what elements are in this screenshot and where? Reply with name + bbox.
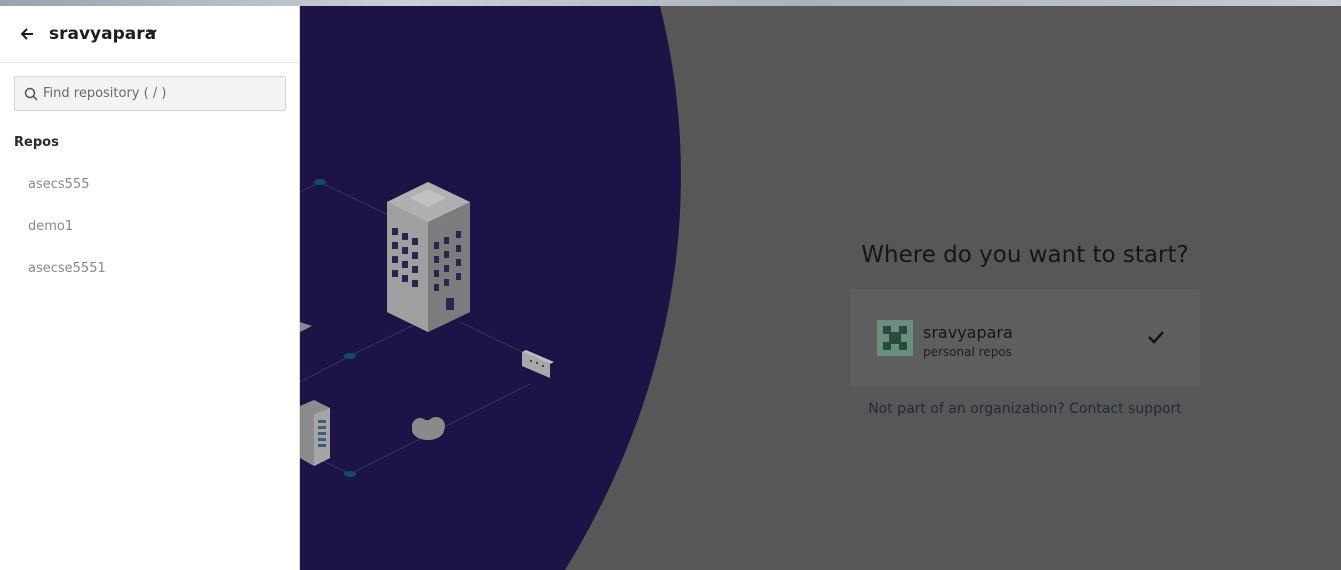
repo-search-box[interactable] — [14, 76, 286, 111]
org-name: sravyapara — [923, 323, 1013, 342]
org-option-card[interactable]: sravyapara personal repos — [850, 289, 1200, 386]
org-subtitle: personal repos — [923, 345, 1012, 359]
repo-item-asecse5551[interactable]: asecse5551 — [0, 254, 299, 296]
contact-support-link[interactable]: Not part of an organization? Contact sup… — [850, 401, 1200, 417]
repo-list: asecs555 demo1 asecse5551 — [0, 170, 299, 296]
search-icon — [24, 87, 38, 101]
arrow-left-icon[interactable] — [18, 24, 38, 44]
repo-item-demo1[interactable]: demo1 — [0, 212, 299, 254]
repos-section-title: Repos — [14, 135, 59, 150]
account-name[interactable]: sravyapara — [49, 24, 156, 44]
repo-item-asecs555[interactable]: asecs555 — [0, 170, 299, 212]
repo-search-input[interactable] — [43, 77, 279, 110]
sidebar-panel: sravyapara Repos asecs555 demo1 asecse55… — [0, 6, 300, 570]
sidebar-header: sravyapara — [0, 6, 299, 63]
start-heading: Where do you want to start? — [861, 242, 1189, 268]
chevron-down-icon[interactable] — [146, 26, 158, 38]
org-avatar — [877, 320, 913, 356]
check-icon — [1148, 331, 1164, 344]
